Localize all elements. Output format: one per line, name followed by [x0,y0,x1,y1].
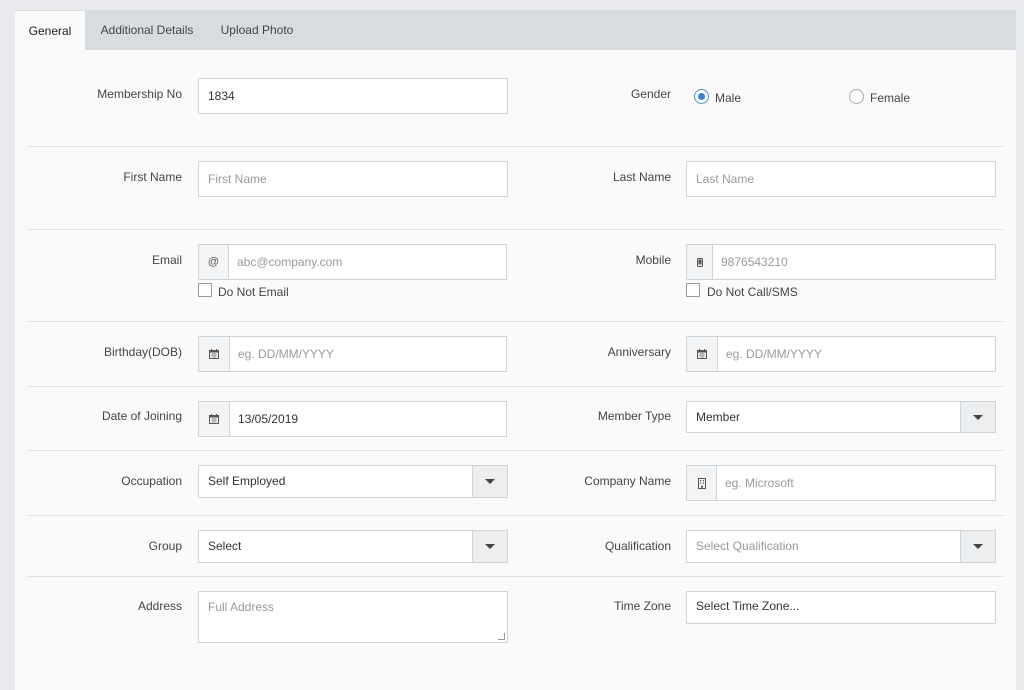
tab-additional-details[interactable]: Additional Details [91,10,203,50]
group-label: Group [148,539,182,553]
last-name-label: Last Name [612,170,671,184]
group-select[interactable]: Select [198,530,508,563]
calendar-icon [687,337,718,371]
mobile-label: Mobile [635,253,671,267]
row-divider [27,515,1004,516]
email-placeholder: abc@company.com [237,255,343,269]
do-not-email-label: Do Not Email [218,285,289,299]
address-placeholder: Full Address [208,600,275,614]
date-of-joining-field[interactable]: 13/05/2019 [198,401,507,437]
occupation-select[interactable]: Self Employed [198,465,508,498]
birthday-placeholder: eg. DD/MM/YYYY [238,347,335,361]
membership-no-field[interactable]: 1834 [198,78,508,114]
qualification-select[interactable]: Select Qualification [686,530,996,563]
building-icon [687,466,717,500]
member-type-value: Member [696,410,741,424]
anniversary-placeholder: eg. DD/MM/YYYY [726,347,823,361]
tab-general[interactable]: General [15,10,85,51]
last-name-field[interactable]: Last Name [686,161,996,197]
address-textarea[interactable]: Full Address [198,591,508,643]
qualification-placeholder: Select Qualification [696,539,799,553]
do-not-call-checkbox[interactable] [686,283,700,297]
at-icon: @ [199,245,229,279]
email-label: Email [151,253,182,267]
group-value: Select [208,539,242,553]
time-zone-label: Time Zone [614,599,671,613]
gender-label: Gender [630,87,671,101]
calendar-icon [199,337,230,371]
member-form-card: General Additional Details Upload Photo … [15,10,1016,690]
company-name-label: Company Name [584,474,671,488]
tab-upload-photo[interactable]: Upload Photo [213,10,301,50]
first-name-placeholder: First Name [208,172,267,186]
first-name-field[interactable]: First Name [198,161,508,197]
resize-handle-icon[interactable] [498,633,505,640]
membership-no-value: 1834 [208,89,235,103]
birthday-field[interactable]: eg. DD/MM/YYYY [198,336,507,372]
member-type-select[interactable]: Member [686,401,996,433]
gender-female-label: Female [870,91,911,105]
do-not-email-checkbox[interactable] [198,283,212,297]
calendar-icon [199,402,230,436]
time-zone-select[interactable]: Select Time Zone... [686,591,996,624]
row-divider [27,450,1004,451]
membership-no-label: Membership No [97,87,182,101]
row-divider [27,321,1004,322]
row-divider [27,146,1004,147]
member-type-label: Member Type [597,409,671,423]
chevron-down-icon[interactable] [960,531,995,562]
chevron-down-icon[interactable] [472,531,507,562]
mobile-icon [687,245,713,279]
top-strip [0,0,1024,10]
row-divider [27,229,1004,230]
address-label: Address [137,599,182,613]
email-field[interactable]: @ abc@company.com [198,244,507,280]
date-of-joining-value: 13/05/2019 [238,412,299,426]
last-name-placeholder: Last Name [696,172,755,186]
birthday-label: Birthday(DOB) [103,345,182,359]
anniversary-field[interactable]: eg. DD/MM/YYYY [686,336,996,372]
do-not-call-label: Do Not Call/SMS [707,285,798,299]
first-name-label: First Name [123,170,182,184]
gender-female-radio[interactable] [849,89,864,104]
company-name-placeholder: eg. Microsoft [725,476,794,490]
chevron-down-icon[interactable] [472,466,507,497]
chevron-down-icon[interactable] [960,402,995,432]
anniversary-label: Anniversary [607,345,671,359]
mobile-placeholder: 9876543210 [721,255,788,269]
gender-male-label: Male [715,91,742,105]
tab-bar: General Additional Details Upload Photo [15,10,1016,51]
occupation-value: Self Employed [208,474,286,488]
mobile-field[interactable]: 9876543210 [686,244,996,280]
date-of-joining-label: Date of Joining [101,409,182,423]
qualification-label: Qualification [604,539,671,553]
occupation-label: Occupation [121,474,182,488]
gender-male-radio[interactable] [694,89,709,104]
row-divider [27,386,1004,387]
company-name-field[interactable]: eg. Microsoft [686,465,996,501]
row-divider [27,576,1004,577]
time-zone-value: Select Time Zone... [696,599,800,613]
